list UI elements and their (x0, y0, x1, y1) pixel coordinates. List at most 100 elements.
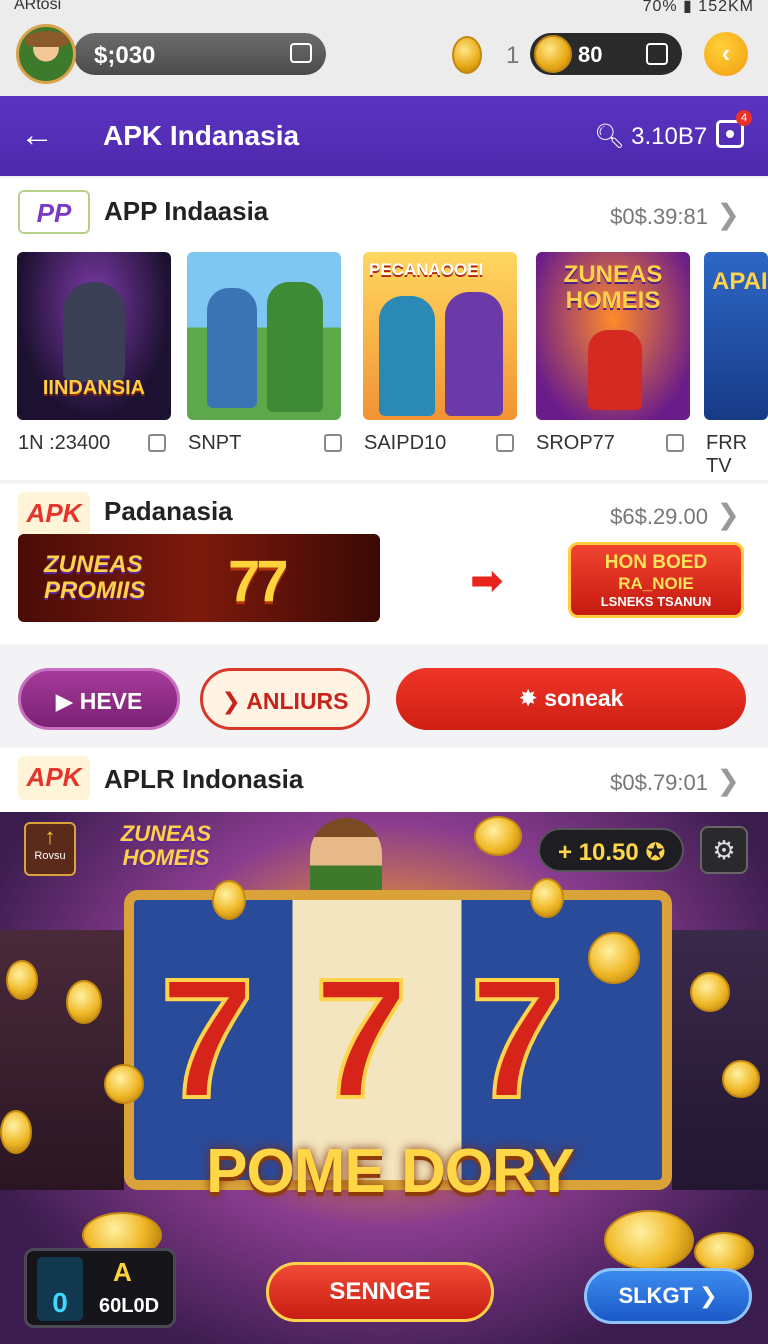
coin-decoration-icon (0, 1110, 32, 1154)
settings-gear-icon[interactable]: ⚙ (700, 826, 748, 874)
apk-logo: APK (18, 492, 90, 536)
card-character-art (445, 292, 503, 416)
spin-button[interactable]: SENNGE (266, 1262, 494, 1322)
coin-stack-icon (694, 1232, 754, 1272)
soneak-button[interactable]: ✸ soneak (396, 668, 746, 730)
up-button[interactable]: ↑ Rovsu (24, 822, 76, 876)
card-art-title: IINDANSIA (42, 377, 146, 399)
card-label-5: FRR TV (706, 432, 748, 477)
apk-logo: APK (18, 756, 90, 800)
wallet-icon (290, 43, 312, 63)
stat-left-value: 0 (52, 1287, 68, 1318)
promo-cta-button[interactable]: HON BOED RA_NOIE LSNEKS TSANUN (568, 542, 744, 618)
laurel-logo-icon: PP (18, 190, 90, 234)
section-price: $0$.79:01 (610, 770, 708, 795)
balance-pill[interactable]: $;030 (74, 33, 326, 75)
notification-badge: 4 (736, 110, 752, 126)
avatar[interactable] (16, 24, 76, 84)
select-button[interactable]: SLKGT ❯ (584, 1268, 752, 1324)
game-card-3[interactable]: PECANAOOEI (363, 252, 517, 420)
cta-line-2: RA_NOIE (618, 574, 694, 593)
card-checkbox-4[interactable] (666, 434, 684, 452)
coin-decoration-icon (212, 880, 246, 920)
card-label-2: SNPT (188, 432, 242, 454)
card-art-title: APAI (712, 268, 768, 295)
card-art-title: ZUNEAS HOMEIS (563, 261, 663, 314)
cta-line-3: LSNEKS TSANUN (600, 594, 712, 609)
page-title: APK Indanasia (103, 120, 300, 151)
chevron-right-icon[interactable]: ❯ (717, 498, 740, 531)
section-title: APLR Indonasia (104, 764, 304, 794)
game-card-5[interactable]: APAI (704, 252, 768, 420)
right-market-art (672, 930, 768, 1190)
wallet-bar: $;030 1 80 ‹ (0, 18, 768, 96)
coin-decoration-icon (474, 816, 522, 856)
card-character-art (588, 330, 642, 410)
coin-pill[interactable]: 80 (530, 33, 682, 75)
search-field[interactable]: 🔍︎ 3.10B7 (594, 122, 707, 151)
banner-number: 77 (228, 549, 288, 614)
anliurs-button[interactable]: ❯ ANLIURS (200, 668, 370, 730)
section-title: APP Indaasia (104, 196, 269, 226)
game-card-1[interactable]: IINDANSIA (17, 252, 171, 420)
card-label-3: SAIPD10 (364, 432, 447, 454)
card-checkbox-3[interactable] (496, 434, 514, 452)
card-checkbox-2[interactable] (324, 434, 342, 452)
game-card-4[interactable]: ZUNEAS HOMEIS (536, 252, 690, 420)
section-aplr-indonasia: APK APLR Indonasia $0$.79:01 ❯ (0, 748, 768, 812)
coin-stack-icon (604, 1210, 694, 1270)
game-logo: ZUNEAS HOMEIS (120, 821, 212, 870)
search-value: 3.10B7 (631, 123, 708, 150)
reel-1-symbol: 7 (158, 944, 257, 1134)
arrow-right-icon: ➡ (470, 559, 504, 603)
coin-icon (452, 36, 482, 74)
score-pill: + 10.50 ✪ (538, 828, 684, 872)
game-card-2[interactable] (187, 252, 341, 420)
card-art-title: PECANAOOEI (369, 260, 484, 279)
card-checkbox-1[interactable] (148, 434, 166, 452)
status-right-text: 70% ▮ 152KM (642, 0, 754, 15)
section-price: $0$.39:81 (610, 204, 708, 229)
game-headline: POME DORY (206, 1137, 575, 1206)
card-label-1: 1N :23400 (18, 432, 111, 454)
promo-banner[interactable]: ZUNEAS PROMIIS 77 (18, 534, 380, 622)
stats-panel: 0 A 60L0D (24, 1248, 176, 1328)
stat-right-top: A (113, 1257, 132, 1287)
coin-decoration-icon (66, 980, 102, 1024)
gold-coin-icon (534, 35, 572, 73)
chevron-right-icon[interactable]: ❯ (717, 764, 740, 797)
coin-decoration-icon (6, 960, 38, 1000)
balance-value: $;030 (94, 42, 156, 69)
status-bar: ARtosi 70% ▮ 152KM (0, 0, 768, 18)
cta-line-1: HON BOED (604, 552, 708, 573)
wallet-small-icon (646, 43, 668, 65)
coin-decoration-icon (690, 972, 730, 1012)
card-label-4: SROP77 (536, 432, 615, 454)
stat-left-box: 0 (37, 1257, 83, 1321)
back-arrow-icon[interactable]: ← (20, 116, 54, 155)
reel-2-symbol: 7 (312, 944, 411, 1134)
coin-count: 1 (506, 42, 520, 69)
banner-logo-text: ZUNEAS PROMIIS (44, 551, 146, 604)
up-arrow-icon: ↑ (44, 824, 56, 849)
app-bar: ← APK Indanasia 🔍︎ 3.10B7 4 (0, 96, 768, 176)
coin-decoration-icon (104, 1064, 144, 1104)
card-character-art (267, 282, 323, 412)
coin-decoration-icon (530, 878, 564, 918)
reel-3-symbol: 7 (468, 944, 567, 1134)
card-character-art (207, 288, 257, 408)
card-character-art (63, 282, 125, 382)
coin-decoration-icon (722, 1060, 760, 1098)
heve-button[interactable]: ▶ HEVE (18, 668, 180, 730)
back-round-button[interactable]: ‹ (704, 32, 748, 76)
coin-decoration-icon (588, 932, 640, 984)
search-icon: 🔍︎ (594, 123, 625, 150)
status-left-text: ARtosi (14, 0, 62, 13)
up-button-label: Rovsu (34, 850, 66, 862)
section-price: $6$.29.00 (610, 504, 708, 529)
coin-pill-value: 80 (578, 42, 603, 67)
stat-right-value: 60L0D (99, 1295, 160, 1317)
section-title: Padanasia (104, 496, 233, 526)
chevron-right-icon[interactable]: ❯ (717, 198, 740, 231)
card-character-art (379, 296, 435, 416)
